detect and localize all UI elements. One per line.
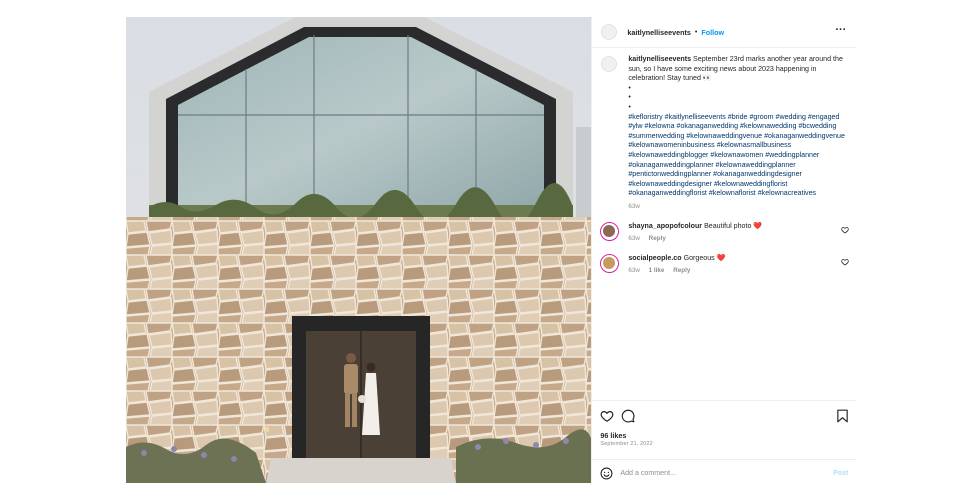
post-comment-button[interactable]: Post bbox=[833, 469, 848, 477]
post-date: September 21, 2022 bbox=[600, 441, 653, 447]
comment-meta: 63w 1 like Reply bbox=[628, 266, 834, 276]
hashtag-link[interactable]: #kefloristry bbox=[628, 113, 662, 121]
comment-text: Beautiful photo bbox=[704, 221, 752, 230]
caption-bullet: • bbox=[628, 93, 631, 102]
caption-avatar[interactable] bbox=[601, 56, 618, 72]
hashtag-link[interactable]: #bcwedding bbox=[798, 122, 836, 130]
hashtag-link[interactable]: #kelownasmallbusiness bbox=[717, 141, 792, 149]
hashtag-link[interactable]: #okanaganweddingflorist bbox=[628, 189, 706, 197]
hashtag-link[interactable]: #okanaganweddingvenue bbox=[764, 132, 845, 140]
more-horizontal-icon[interactable]: ··· bbox=[835, 25, 846, 36]
hashtag-link[interactable]: #kelownacreatives bbox=[758, 189, 816, 197]
heart-emoji: ❤️ bbox=[753, 221, 763, 230]
comments-scroll-area[interactable]: kaitlynelliseevents September 23rd marks… bbox=[592, 55, 856, 397]
comment-text: Gorgeous bbox=[683, 253, 715, 262]
comment-item: shayna_apopofcolour Beautiful photo ❤️ 6… bbox=[592, 221, 856, 244]
hashtag-link[interactable]: #okanaganwedding bbox=[677, 122, 739, 130]
follow-button[interactable]: Follow bbox=[701, 28, 724, 37]
hashtag-link[interactable]: #kelownaweddingblogger bbox=[628, 151, 708, 159]
hashtag-link[interactable]: #kelownawomen bbox=[710, 151, 763, 159]
post-side-panel: kaitlynelliseevents • Follow ··· kaitlyn… bbox=[591, 17, 857, 486]
comment-bubble-icon[interactable] bbox=[621, 409, 635, 423]
hashtag-link[interactable]: #kelownawomeninbusiness bbox=[628, 141, 714, 149]
hashtag-link[interactable]: #kelowna bbox=[645, 122, 675, 130]
caption-bullet: • bbox=[628, 102, 631, 111]
bookmark-icon[interactable] bbox=[836, 409, 849, 423]
add-comment-input[interactable] bbox=[620, 469, 811, 477]
comment-meta: 63w Reply bbox=[628, 234, 834, 244]
emoji-smiley-icon[interactable] bbox=[600, 467, 613, 480]
comment-avatar[interactable] bbox=[600, 221, 620, 241]
hashtag-link[interactable]: #wedding bbox=[776, 113, 806, 121]
hashtag-link[interactable]: #kelownaweddingdesigner bbox=[628, 180, 712, 188]
comment-item: socialpeople.co Gorgeous ❤️ 63w 1 like R… bbox=[592, 253, 856, 276]
hashtag-link[interactable]: #summerwedding bbox=[628, 132, 684, 140]
author-username[interactable]: kaitlynelliseevents bbox=[627, 28, 691, 37]
caption-bullet: • bbox=[628, 83, 631, 92]
comment-username[interactable]: shayna_apopofcolour bbox=[628, 222, 702, 230]
post-actions: 96 likes September 21, 2022 Post bbox=[592, 400, 857, 486]
hashtag-link[interactable]: #kelownaweddingplanner bbox=[716, 161, 796, 169]
hashtag-link[interactable]: #pentictonweddingplanner bbox=[628, 170, 711, 178]
hashtag-link[interactable]: #bride bbox=[728, 113, 748, 121]
comment-like-heart-icon[interactable] bbox=[841, 226, 850, 234]
add-comment-bar: Post bbox=[592, 459, 857, 486]
hashtag-link[interactable]: #kaitlynelliseevents bbox=[665, 113, 726, 121]
hashtag-link[interactable]: #okanaganweddingdesigner bbox=[713, 170, 802, 178]
post-photo[interactable] bbox=[126, 17, 592, 483]
action-icons bbox=[600, 409, 635, 423]
reply-button[interactable]: Reply bbox=[673, 267, 690, 274]
hashtag-link[interactable]: #kelownaflorist bbox=[709, 189, 756, 197]
caption: kaitlynelliseevents September 23rd marks… bbox=[592, 55, 856, 212]
comment-like-heart-icon[interactable] bbox=[841, 258, 850, 266]
hashtag-link[interactable]: #kelownawedding bbox=[740, 122, 796, 130]
wedding-venue-illustration bbox=[126, 17, 592, 483]
instagram-post: kaitlynelliseevents • Follow ··· kaitlyn… bbox=[126, 17, 857, 486]
comment-time: 63w bbox=[628, 235, 640, 243]
hashtag-link[interactable]: #ylw bbox=[628, 122, 642, 130]
caption-time: 63w bbox=[628, 202, 640, 210]
hashtag-link[interactable]: #kelownaweddingvenue bbox=[686, 132, 762, 140]
heart-emoji: ❤️ bbox=[716, 253, 726, 262]
hashtag-link[interactable]: #weddingplanner bbox=[765, 151, 819, 159]
save-bookmark-button[interactable] bbox=[836, 409, 849, 423]
hashtag-link[interactable]: #groom bbox=[749, 113, 773, 121]
caption-username[interactable]: kaitlynelliseevents bbox=[628, 55, 691, 63]
comment-likes[interactable]: 1 like bbox=[649, 267, 665, 274]
comment-username[interactable]: socialpeople.co bbox=[628, 254, 681, 262]
like-heart-icon[interactable] bbox=[600, 409, 614, 423]
caption-hashtags: #kefloristry #kaitlynelliseevents #bride… bbox=[628, 113, 846, 199]
post-header: kaitlynelliseevents • Follow ··· bbox=[592, 17, 857, 48]
hashtag-link[interactable]: #kelownaweddingflorist bbox=[714, 180, 787, 188]
author-avatar[interactable] bbox=[601, 24, 618, 40]
hashtag-link[interactable]: #okanaganweddingplanner bbox=[628, 161, 713, 169]
likes-count[interactable]: 96 likes bbox=[600, 431, 626, 440]
hashtag-link[interactable]: #engaged bbox=[808, 113, 840, 121]
comment-avatar[interactable] bbox=[600, 253, 620, 273]
separator-dot: • bbox=[694, 28, 698, 36]
reply-button[interactable]: Reply bbox=[649, 235, 666, 242]
comment-time: 63w bbox=[628, 267, 640, 275]
